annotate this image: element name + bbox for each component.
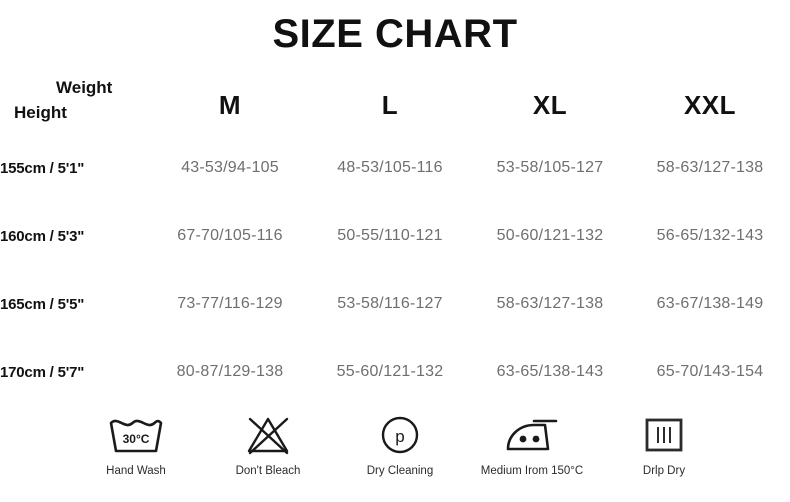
table-row: 165cm / 5'5" 73-77/116-129 53-58/116-127… <box>0 270 790 338</box>
row-height-label: 170cm / 5'7" <box>0 363 85 381</box>
corner-header-cell: Weight Height <box>0 76 150 134</box>
table-row: 155cm / 5'1" 43-53/94-105 48-53/105-116 … <box>0 134 790 202</box>
table-row: 170cm / 5'7" 80-87/129-138 55-60/121-132… <box>0 338 790 406</box>
drip-dry-square-icon <box>641 412 687 458</box>
table-header-row: Weight Height M L XL XXL <box>0 76 790 134</box>
care-item-drip-dry: Drlp Dry <box>598 412 730 477</box>
care-item-medium-iron: Medium Irom 150°C <box>466 412 598 477</box>
care-label: Don't Bleach <box>235 465 301 477</box>
care-label: Dry Cleaning <box>366 465 434 477</box>
row-height-label: 165cm / 5'5" <box>0 295 85 313</box>
page-title: SIZE CHART <box>272 12 518 56</box>
dry-clean-letter-text: p <box>395 427 404 446</box>
dry-clean-circle-p-icon: p <box>378 412 422 458</box>
no-bleach-triangle-icon <box>242 412 294 458</box>
table-row: 160cm / 5'3" 67-70/105-116 50-55/110-121… <box>0 202 790 270</box>
wash-temperature-text: 30°C <box>123 432 150 446</box>
cell-measurement: 67-70/105-116 <box>177 227 283 244</box>
row-height-label: 160cm / 5'3" <box>0 227 85 245</box>
cell-measurement: 48-53/105-116 <box>337 159 443 176</box>
cell-measurement: 63-65/138-143 <box>496 363 604 380</box>
care-instructions-row: 30°C Hand Wash Don't Bleach p Dry Cleani… <box>70 412 730 477</box>
weight-axis-label: Weight <box>56 78 113 97</box>
cell-measurement: 56-65/132-143 <box>656 227 764 244</box>
care-label: Drlp Dry <box>642 465 686 477</box>
cell-measurement: 50-55/110-121 <box>337 227 443 244</box>
cell-measurement: 53-58/105-127 <box>496 159 604 176</box>
iron-two-dots-icon <box>498 412 566 458</box>
row-height-label: 155cm / 5'1" <box>0 159 85 177</box>
cell-measurement: 50-60/121-132 <box>496 227 604 244</box>
cell-measurement: 65-70/143-154 <box>656 363 764 380</box>
care-item-dry-cleaning: p Dry Cleaning <box>334 412 466 477</box>
care-item-hand-wash: 30°C Hand Wash <box>70 412 202 477</box>
size-header-xl: XL <box>532 89 568 120</box>
size-header-m: M <box>218 89 242 120</box>
cell-measurement: 80-87/129-138 <box>176 363 284 380</box>
size-header-l: L <box>381 89 399 120</box>
cell-measurement: 43-53/94-105 <box>181 159 279 176</box>
size-chart-table: Weight Height M L XL XXL 155cm / 5'1" 43… <box>0 76 790 406</box>
wash-tub-icon: 30°C <box>105 412 167 458</box>
height-axis-label: Height <box>14 103 67 122</box>
cell-measurement: 53-58/116-127 <box>337 295 443 312</box>
cell-measurement: 63-67/138-149 <box>656 295 764 312</box>
size-header-xxl: XXL <box>683 89 737 120</box>
cell-measurement: 73-77/116-129 <box>177 295 283 312</box>
cell-measurement: 55-60/121-132 <box>336 363 444 380</box>
care-label: Hand Wash <box>106 465 166 477</box>
care-label: Medium Irom 150°C <box>480 465 584 477</box>
cell-measurement: 58-63/127-138 <box>496 295 604 312</box>
size-chart-page: SIZE CHART Weight Height M L XL XXL 155c… <box>0 0 790 502</box>
cell-measurement: 58-63/127-138 <box>656 159 764 176</box>
care-item-dont-bleach: Don't Bleach <box>202 412 334 477</box>
